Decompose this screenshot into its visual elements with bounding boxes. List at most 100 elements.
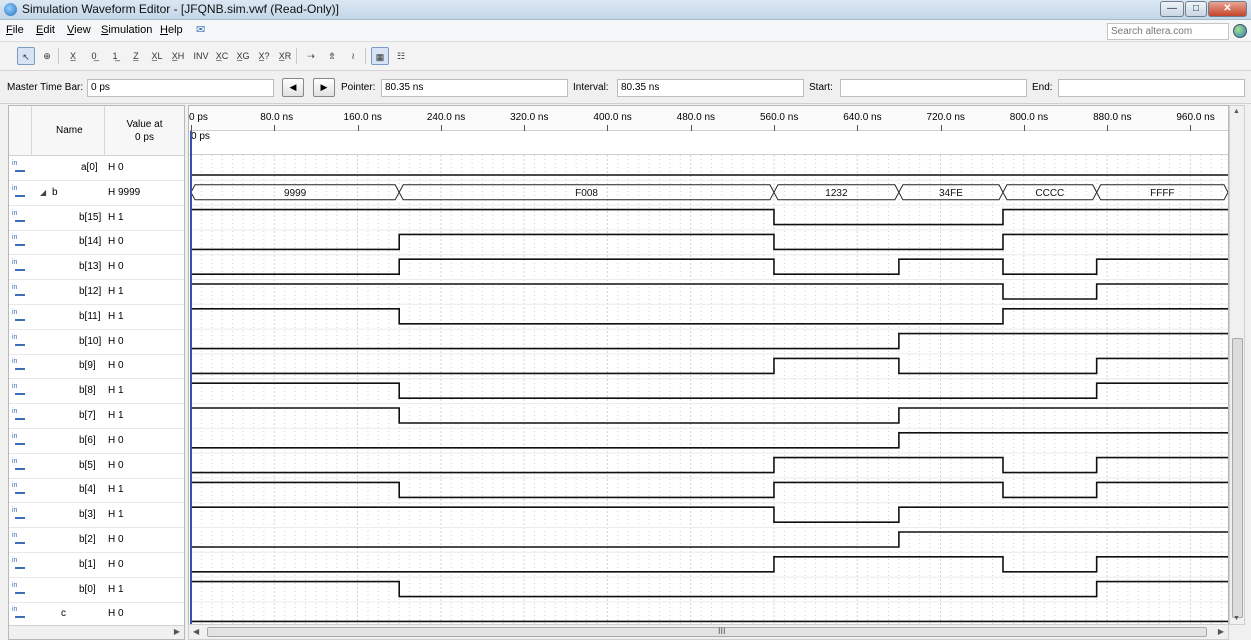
force-l-tool-button[interactable]: X̲L [148, 47, 166, 65]
signal-waveform [191, 456, 1228, 474]
menu-file[interactable]: File [6, 24, 24, 36]
pin-line [15, 393, 25, 396]
scroll-right-icon[interactable]: ▶ [174, 627, 180, 636]
input-pin-icon: in [12, 160, 26, 175]
force-z-tool-button[interactable]: Z̲ [127, 47, 145, 65]
menu-view[interactable]: View [67, 24, 91, 36]
menu-simulation[interactable]: Simulation [101, 24, 152, 36]
signal-name: b[11] [79, 310, 101, 322]
waveform-vscrollbar[interactable]: ▲ ▼ [1229, 105, 1245, 625]
input-pin-icon: in [12, 507, 26, 522]
signal-value: H 0 [108, 459, 124, 471]
next-transition-button[interactable]: ▶ [313, 78, 335, 97]
select-tool-button[interactable]: ↖ [17, 47, 35, 65]
master-time-bar-field[interactable]: 0 ps [87, 79, 274, 97]
signal-row[interactable]: in b[2] H 0 [9, 528, 184, 553]
signal-row[interactable]: in b[13] H 0 [9, 255, 184, 281]
waveform-canvas[interactable]: 9999 F008 1232 34FE CCCC FFFF [189, 106, 1229, 625]
end-field[interactable] [1058, 79, 1245, 97]
signal-row[interactable]: in b[6] H 0 [9, 429, 184, 454]
menu-help[interactable]: Help [160, 24, 183, 36]
input-pin-icon: in [12, 210, 26, 225]
signal-waveform [191, 382, 1228, 399]
scroll-up-icon[interactable]: ▲ [1233, 108, 1240, 115]
signal-waveform [191, 283, 1228, 300]
maximize-button[interactable]: □ [1185, 1, 1207, 17]
zoom-tool-button[interactable]: ⊕ [38, 47, 56, 65]
arbitrary-value-tool-button[interactable]: X̲R [276, 47, 294, 65]
signal-row[interactable]: in b[5] H 0 [9, 454, 184, 479]
vscroll-thumb[interactable] [1232, 338, 1243, 618]
input-pin-icon: in [12, 532, 26, 547]
waveform-pane[interactable]: 0 ps 80.0 ns 160.0 ns 240.0 ns 320.0 ns 400.0… [188, 105, 1229, 625]
force-h-tool-button[interactable]: X̲H [169, 47, 187, 65]
value-column-header[interactable]: Value at 0 ps [112, 118, 177, 144]
signal-value: H 0 [108, 162, 124, 173]
signal-row[interactable]: in b[14] H 0 [9, 230, 184, 256]
signal-row[interactable]: in b[3] H 1 [9, 503, 184, 529]
fit-tool-button[interactable]: ☷ [392, 47, 410, 65]
search-input[interactable]: Search altera.com [1107, 23, 1229, 40]
previous-transition-button[interactable]: ◀ [282, 78, 304, 97]
scroll-right-icon[interactable]: ▶ [1218, 627, 1224, 636]
insert-x-tool-button[interactable]: X̲ [64, 47, 82, 65]
signal-row[interactable]: in b[10] H 0 [9, 330, 184, 355]
signal-waveform [191, 208, 1228, 226]
count-value-tool-button[interactable]: X̲C [213, 47, 231, 65]
signal-row[interactable]: in b[8] H 1 [9, 379, 184, 405]
signal-name: c [61, 608, 66, 620]
signal-name: a[0] [81, 162, 98, 173]
header-divider [31, 106, 32, 156]
feedback-icon[interactable]: ✉ [196, 23, 205, 36]
scroll-left-icon[interactable]: ◀ [193, 627, 199, 636]
waveform-hscrollbar[interactable]: ◀ III ▶ [188, 624, 1229, 640]
menu-file-mnemonic: F [6, 24, 13, 36]
force-low-tool-button[interactable]: 0̲ [85, 47, 103, 65]
input-pin-icon: in [12, 383, 26, 398]
signal-waveform [191, 580, 1228, 598]
hscroll-thumb[interactable]: III [207, 626, 1207, 637]
signal-row[interactable]: in b[9] H 0 [9, 354, 184, 380]
pin-line [15, 170, 25, 172]
grid-view-tool-button[interactable]: ▦ [371, 47, 389, 65]
pointer-field[interactable]: 80.35 ns [381, 79, 568, 97]
signal-row[interactable]: in b[12] H 1 [9, 280, 184, 305]
globe-icon[interactable] [1233, 24, 1247, 38]
signal-row[interactable]: in ◢ b H 9999 [9, 181, 184, 206]
interval-field[interactable]: 80.35 ns [617, 79, 804, 97]
signal-row[interactable]: in b[11] H 1 [9, 305, 184, 330]
signal-list-hscrollbar[interactable]: ▶ [9, 625, 184, 639]
close-button[interactable]: ✕ [1208, 1, 1247, 17]
signal-name: b[14] [79, 236, 102, 248]
menu-help-mnemonic: H [160, 24, 168, 36]
pin-line [15, 442, 25, 445]
invert-tool-button[interactable]: INV [192, 47, 210, 65]
signal-row[interactable]: in b[4] H 1 [9, 478, 184, 504]
force-high-tool-button[interactable]: 1̲ [106, 47, 124, 65]
expand-caret-icon[interactable]: ◢ [40, 188, 46, 197]
minimize-button[interactable]: — [1160, 1, 1184, 17]
bus-value-label: FFFF [1150, 188, 1174, 199]
clock-tool-button[interactable]: X̲G [234, 47, 252, 65]
menu-help-label: elp [167, 24, 183, 36]
signal-name: b [52, 186, 58, 198]
input-pin-text: in [12, 408, 18, 415]
snap-grid-tool-button[interactable]: ⇢ [302, 47, 320, 65]
signal-row[interactable]: in b[7] H 1 [9, 404, 184, 429]
name-column-header[interactable]: Name [56, 125, 83, 136]
group-tool-button[interactable]: ≀ [344, 47, 362, 65]
menu-edit[interactable]: Edit [36, 24, 55, 36]
column-divider[interactable] [104, 106, 105, 156]
signal-row[interactable]: in b[0] H 1 [9, 578, 184, 603]
master-time-bar-marker[interactable] [190, 131, 192, 624]
start-field[interactable] [840, 79, 1027, 97]
signal-row[interactable]: in c H 0 [9, 602, 184, 628]
signal-row[interactable]: in a[0] H 0 [9, 156, 184, 181]
signal-row[interactable]: in b[15] H 1 [9, 206, 184, 231]
signal-waveform [191, 357, 1228, 375]
signal-row[interactable]: in b[1] H 0 [9, 553, 184, 578]
scroll-down-icon[interactable]: ▼ [1233, 615, 1240, 622]
signal-name: b[5] [79, 459, 96, 471]
random-tool-button[interactable]: X̲? [255, 47, 273, 65]
align-tool-button[interactable]: ⇯ [323, 47, 341, 65]
